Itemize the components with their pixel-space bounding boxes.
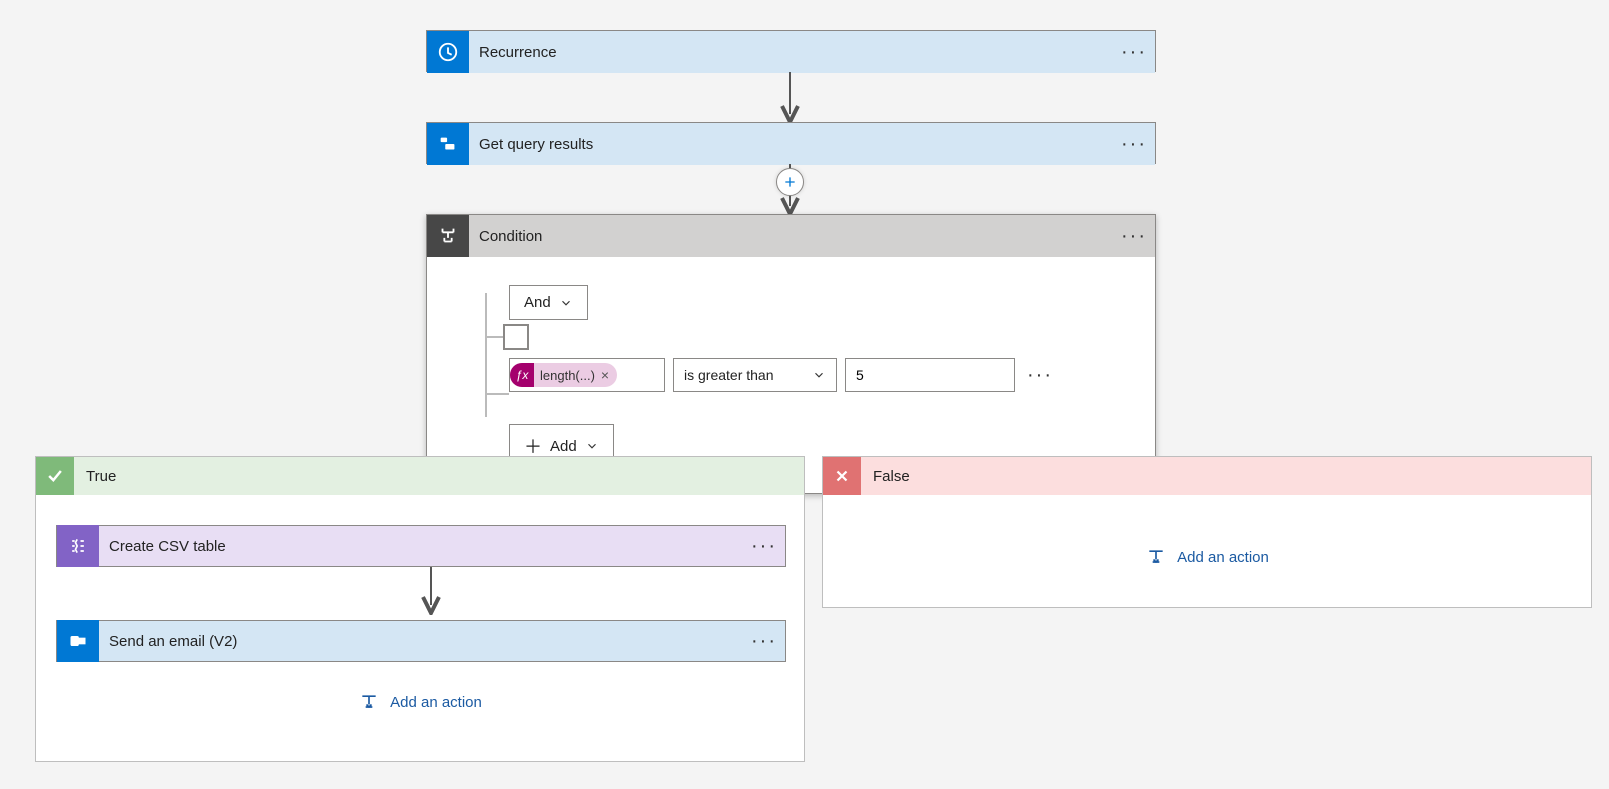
- add-action-false[interactable]: Add an action: [843, 547, 1571, 567]
- step-condition-menu[interactable]: ···: [1113, 225, 1155, 248]
- add-action-label: Add an action: [390, 694, 482, 711]
- condition-row-menu[interactable]: ···: [1023, 364, 1057, 387]
- step-query-menu[interactable]: ···: [1113, 133, 1155, 156]
- condition-operator-select[interactable]: is greater than: [673, 358, 837, 392]
- add-action-label: Add an action: [1177, 549, 1269, 566]
- expression-token[interactable]: ƒx length(...) ×: [510, 363, 617, 387]
- condition-add-label: Add: [550, 438, 577, 455]
- branch-true-label: True: [74, 468, 116, 485]
- branch-true: True Create CSV table ···: [35, 456, 805, 762]
- chevron-down-icon: [812, 368, 826, 382]
- connector-arrow: [421, 567, 441, 615]
- branch-false-label: False: [861, 468, 910, 485]
- condition-icon: [427, 215, 469, 257]
- step-recurrence[interactable]: Recurrence ···: [426, 30, 1156, 72]
- condition-row: ƒx length(...) × is greater than ···: [509, 358, 1115, 392]
- condition-value-input[interactable]: [845, 358, 1015, 392]
- add-action-icon: [358, 692, 380, 712]
- expression-text: length(...): [540, 368, 595, 383]
- chevron-down-icon: [585, 439, 599, 453]
- connector-arrow: [780, 72, 800, 124]
- condition-tree-line: [485, 293, 487, 417]
- step-email-menu[interactable]: ···: [743, 630, 785, 653]
- step-csv[interactable]: Create CSV table ···: [56, 525, 786, 567]
- branch-false: False Add an action: [822, 456, 1592, 608]
- step-csv-title: Create CSV table: [99, 538, 743, 555]
- outlook-icon: [57, 620, 99, 662]
- clock-icon: [427, 31, 469, 73]
- condition-group-operator[interactable]: And: [509, 285, 588, 320]
- step-condition-title: Condition: [469, 228, 1113, 245]
- check-icon: [36, 457, 74, 495]
- step-query[interactable]: Get query results ···: [426, 122, 1156, 164]
- workspace-icon: [427, 123, 469, 165]
- step-query-title: Get query results: [469, 136, 1113, 153]
- condition-operator-label: is greater than: [684, 367, 774, 383]
- step-recurrence-title: Recurrence: [469, 44, 1113, 61]
- insert-step-button[interactable]: [776, 168, 804, 196]
- condition-group-operator-label: And: [524, 294, 551, 311]
- plus-icon: [782, 174, 798, 190]
- add-action-true[interactable]: Add an action: [56, 692, 784, 712]
- close-icon: [823, 457, 861, 495]
- expression-remove[interactable]: ×: [601, 367, 609, 383]
- fx-icon: ƒx: [510, 363, 534, 387]
- condition-tree-line: [485, 336, 503, 338]
- chevron-down-icon: [559, 296, 573, 310]
- condition-tree-line: [485, 393, 509, 395]
- condition-group-box[interactable]: [503, 324, 529, 350]
- step-condition[interactable]: Condition ··· And ƒx length(...) ×: [426, 214, 1156, 494]
- data-ops-icon: [57, 525, 99, 567]
- add-action-icon: [1145, 547, 1167, 567]
- step-email-title: Send an email (V2): [99, 633, 743, 650]
- flow-canvas: Recurrence ··· Get query results ···: [0, 0, 1609, 789]
- step-recurrence-menu[interactable]: ···: [1113, 41, 1155, 64]
- step-email[interactable]: Send an email (V2) ···: [56, 620, 786, 662]
- step-csv-menu[interactable]: ···: [743, 535, 785, 558]
- condition-expression-field[interactable]: ƒx length(...) ×: [509, 358, 665, 392]
